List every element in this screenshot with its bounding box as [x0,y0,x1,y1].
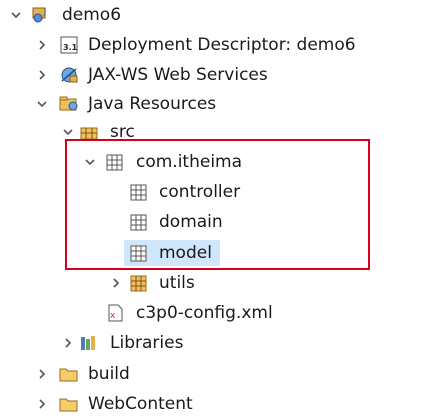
chevron-down-icon[interactable] [36,98,48,110]
tree-label: demo6 [62,5,122,25]
folder-icon [59,398,78,412]
highlight-frame [65,139,370,270]
tree-item-deployment-descriptor[interactable]: 3.1 Deployment Descriptor: demo6 [0,30,438,60]
tree-label: utils [159,273,195,293]
web-services-icon [61,67,78,83]
svg-text:x: x [110,311,116,321]
chevron-down-icon[interactable] [10,9,22,21]
tree-item-java-resources[interactable]: Java Resources [0,89,438,119]
tree-label: JAX-WS Web Services [88,65,268,85]
deployment-descriptor-icon: 3.1 [60,36,78,54]
tree-label: Libraries [110,333,184,353]
java-resources-icon [59,96,78,111]
folder-icon [59,368,78,382]
chevron-right-icon[interactable] [36,39,48,51]
package-icon [130,275,147,292]
chevron-right-icon[interactable] [36,398,48,410]
tree-label: c3p0-config.xml [136,303,273,323]
chevron-right-icon[interactable] [36,69,48,81]
svg-text:J: J [43,7,46,16]
chevron-right-icon[interactable] [36,368,48,380]
svg-text:3.1: 3.1 [63,43,78,52]
tree-item-c3p0-config[interactable]: x c3p0-config.xml [0,298,438,328]
tree-item-build[interactable]: build [0,359,438,389]
tree-label: Deployment Descriptor: demo6 [88,35,356,55]
tree-item-demo6[interactable]: J demo6 [0,0,438,30]
tree-label: Java Resources [88,94,217,114]
tree-item-webcontent[interactable]: WebContent [0,389,438,419]
tree-item-libraries[interactable]: Libraries [0,328,438,358]
tree-label: WebContent [88,394,193,414]
tree-item-utils[interactable]: utils [0,268,438,298]
tree-item-jax-ws[interactable]: JAX-WS Web Services [0,60,438,90]
chevron-right-icon[interactable] [62,337,74,349]
libraries-icon [81,336,95,350]
chevron-right-icon[interactable] [110,277,122,289]
web-project-icon: J [32,7,46,23]
tree-label: build [88,364,130,384]
xml-file-icon: x [108,304,123,322]
chevron-down-icon[interactable] [62,126,74,138]
